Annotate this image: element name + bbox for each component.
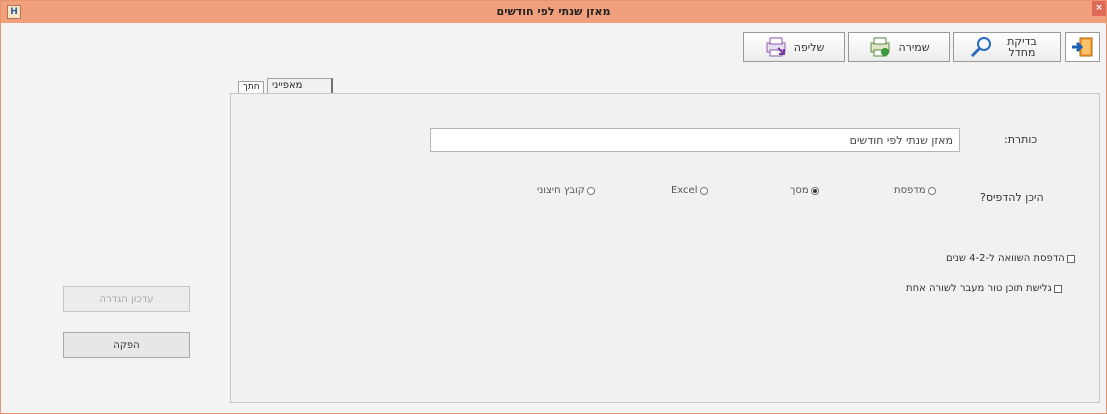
wrap-column-box[interactable] <box>1053 284 1062 293</box>
window-title: מאזן שנתי לפי חודשים <box>496 5 611 18</box>
radio-excel[interactable]: Excel <box>671 185 708 196</box>
close-button[interactable]: × <box>1092 1 1106 16</box>
radio-excel-label: Excel <box>671 185 698 196</box>
radio-screen[interactable]: מסך <box>790 185 819 196</box>
load-printer-icon <box>764 36 788 58</box>
wrap-column-checkbox[interactable]: גלישת תוכן טור מעבר לשורה אחת <box>906 283 1062 294</box>
load-button[interactable]: שליפה <box>743 32 845 62</box>
radio-printer[interactable]: מדפסת <box>894 185 936 196</box>
default-check-button[interactable]: בדיקת מחדל <box>953 32 1061 62</box>
default-check-label: בדיקת מחדל <box>999 36 1045 58</box>
save-button[interactable]: שמירה <box>848 32 950 62</box>
save-label: שמירה <box>898 40 930 54</box>
compare-years-box[interactable] <box>1066 254 1075 263</box>
where-to-print-label: היכן להדפיס? <box>980 191 1044 204</box>
magnifier-icon <box>969 36 993 58</box>
compare-years-checkbox[interactable]: הדפסת השוואה ל-4-2 שנים <box>946 253 1075 264</box>
radio-excel-dot[interactable] <box>699 186 708 195</box>
radio-screen-dot[interactable] <box>810 186 819 195</box>
radio-external-label: קובץ חיצוני <box>537 185 585 196</box>
tab-margin[interactable]: חתך <box>238 81 264 93</box>
save-printer-icon <box>868 36 892 58</box>
exit-door-icon <box>1070 36 1096 58</box>
radio-screen-label: מסך <box>790 185 809 196</box>
report-window: H מאזן שנתי לפי חודשים × בדיקת מחדל שמיר… <box>0 0 1107 414</box>
title-input[interactable] <box>430 128 960 152</box>
radio-printer-dot[interactable] <box>927 186 936 195</box>
title-bar: H מאזן שנתי לפי חודשים × <box>1 1 1106 23</box>
produce-button[interactable]: הפקה <box>63 332 190 358</box>
compare-years-label: הדפסת השוואה ל-4-2 שנים <box>946 253 1065 264</box>
radio-external-dot[interactable] <box>586 186 595 195</box>
radio-external-file[interactable]: קובץ חיצוני <box>537 185 595 196</box>
tab-print-properties[interactable]: מאפייני הדפסה <box>267 78 333 105</box>
update-setting-button[interactable]: עדכון הגדרה <box>63 286 190 312</box>
wrap-column-label: גלישת תוכן טור מעבר לשורה אחת <box>906 283 1052 294</box>
default-check-label-line2: מחדל <box>1008 46 1036 59</box>
load-label: שליפה <box>793 40 825 54</box>
radio-printer-label: מדפסת <box>894 185 926 196</box>
exit-button[interactable] <box>1065 32 1100 62</box>
title-field-label: כותרת: <box>1004 133 1038 146</box>
